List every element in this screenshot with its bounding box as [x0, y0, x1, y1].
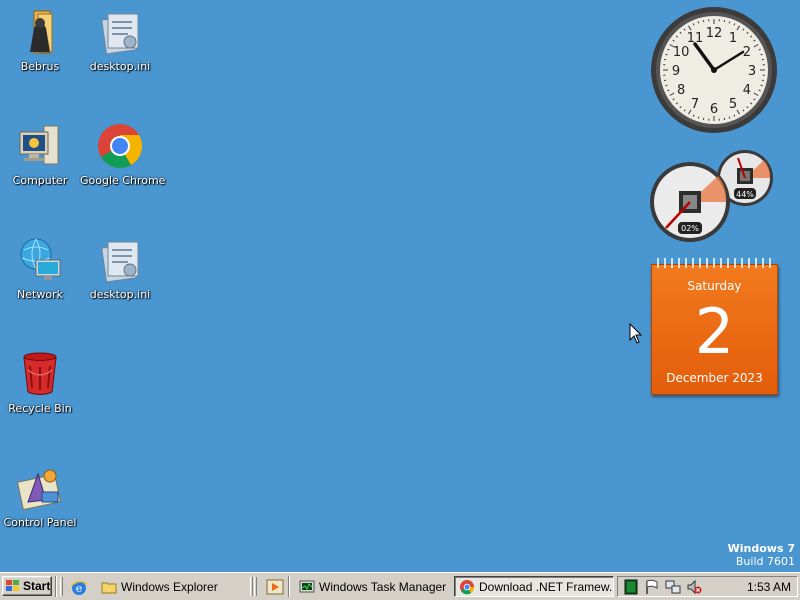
clock-hour-number: 7: [691, 97, 699, 112]
clock-hour-number: 1: [729, 31, 737, 46]
clock-tick: [697, 116, 700, 119]
chrome-icon: [460, 579, 475, 594]
desktop-icon-label: Network: [17, 288, 63, 301]
taskbar: Start e Windows Explorer Windows Task Ma…: [0, 572, 800, 600]
folder-icon: [101, 582, 117, 593]
chrome-icon: [98, 124, 142, 168]
svg-text:e: e: [76, 582, 83, 595]
desktop-icon-label: Control Panel: [3, 516, 77, 529]
memory-percent: 44%: [736, 190, 754, 199]
clock-hour-number: 3: [748, 64, 756, 79]
clock-hour-number: 6: [710, 102, 718, 117]
desktop-icon-computer[interactable]: Computer: [0, 122, 80, 187]
system-tray: 1:53 AM: [617, 576, 798, 597]
network-icon: [20, 238, 61, 280]
os-build: Build 7601: [735, 555, 795, 568]
clock-tick: [665, 53, 668, 56]
toolbar-grip[interactable]: [60, 577, 63, 596]
computer-icon: [19, 125, 59, 165]
calendar-day-number: 2: [694, 295, 735, 368]
task-download-net-framework[interactable]: Download .NET Framew...: [454, 576, 614, 597]
clock-tick: [665, 84, 668, 87]
clock-hour-number: 8: [677, 83, 685, 98]
start-label: Start: [23, 579, 51, 593]
desktop-icon-label: Bebrus: [20, 60, 60, 73]
recycle-bin-icon: [23, 352, 57, 395]
clock-tick: [728, 21, 731, 24]
desktop-icon-label: Computer: [12, 174, 68, 187]
desktop-icon-network[interactable]: Network: [0, 236, 80, 301]
desktop-icon-label: Recycle Bin: [8, 402, 72, 415]
task-manager-icon: [299, 580, 315, 592]
clock-tick: [760, 53, 763, 56]
task-windows-task-manager[interactable]: Windows Task Manager: [295, 576, 451, 597]
task-label: Download .NET Framew...: [479, 579, 614, 594]
control-panel-icon: [16, 469, 62, 511]
start-button[interactable]: Start: [2, 576, 52, 596]
clock-hour-number: 4: [743, 83, 751, 98]
desktop-icon-label: Google Chrome: [80, 174, 166, 187]
toolbar-grip[interactable]: [250, 577, 253, 596]
desktop-icon-bebrus[interactable]: Bebrus: [0, 8, 80, 73]
task-label: Windows Explorer: [121, 579, 218, 594]
calendar-rings: [657, 258, 771, 268]
cpu-meter-gadget[interactable]: 44% 02%: [648, 148, 778, 242]
volume-muted-icon[interactable]: [686, 579, 702, 595]
calendar-weekday: Saturday: [687, 279, 742, 293]
toolbar-grip[interactable]: [254, 577, 257, 596]
clock-tick: [728, 116, 731, 119]
clock-time[interactable]: 1:53 AM: [747, 580, 791, 594]
calendar-month-year: December 2023: [666, 371, 763, 385]
clock-hour-number: 9: [672, 64, 680, 79]
desktop-icon-recycle-bin[interactable]: Recycle Bin: [0, 350, 80, 415]
desktop-icon-label: desktop.ini: [89, 60, 151, 73]
os-watermark: Windows 7 Build 7601: [728, 542, 795, 568]
config-file-icon: [101, 13, 139, 55]
os-name: Windows 7: [727, 542, 795, 555]
taskbar-separator: [288, 576, 290, 597]
network-tray-icon[interactable]: [665, 579, 681, 595]
clock-gadget[interactable]: 12 1234567891011: [650, 6, 778, 134]
desktop-icon-desktop-ini-2[interactable]: desktop.ini: [80, 236, 160, 301]
clock-hour-number: 12: [706, 26, 723, 41]
config-file-icon: [101, 241, 139, 283]
cmd-icon[interactable]: [623, 579, 639, 595]
cpu-percent: 02%: [681, 224, 699, 233]
clock-tick: [697, 21, 700, 24]
desktop-icon-google-chrome[interactable]: Google Chrome: [80, 122, 166, 187]
windows-logo-icon: [6, 580, 19, 591]
clock-hour-number: 5: [729, 97, 737, 112]
media-player-icon[interactable]: [266, 578, 284, 596]
desktop-icon-desktop-ini[interactable]: desktop.ini: [80, 8, 160, 73]
clock-tick: [760, 84, 763, 87]
taskbar-separator: [55, 576, 57, 597]
user-folder-icon: [30, 10, 53, 54]
calendar-gadget[interactable]: Saturday 2 December 2023: [651, 258, 778, 395]
task-windows-explorer[interactable]: Windows Explorer: [97, 576, 247, 597]
mouse-cursor-icon: [629, 323, 643, 344]
action-center-flag-icon[interactable]: [644, 579, 660, 595]
internet-explorer-icon[interactable]: e: [70, 578, 88, 596]
clock-hour-number: 10: [673, 45, 690, 60]
desktop-icon-label: desktop.ini: [89, 288, 151, 301]
desktop[interactable]: Bebrus desktop.ini Computer Google Chrom…: [0, 0, 800, 572]
desktop-icon-control-panel[interactable]: Control Panel: [0, 464, 80, 529]
task-label: Windows Task Manager: [319, 579, 447, 594]
